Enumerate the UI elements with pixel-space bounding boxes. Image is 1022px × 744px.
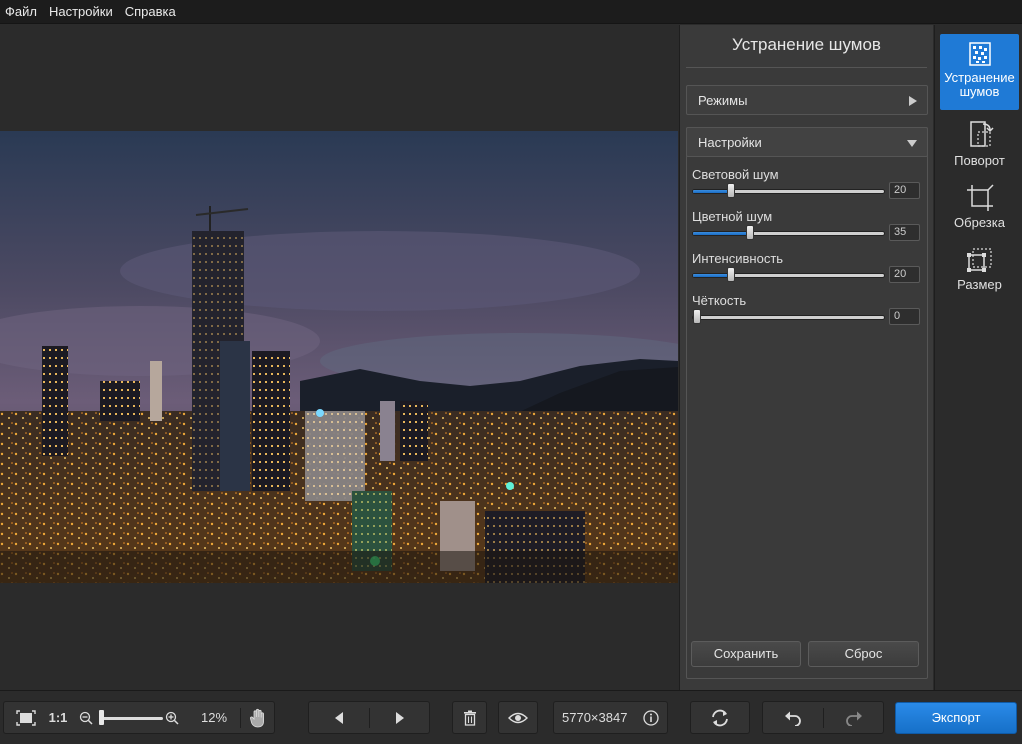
zoom-percentage: 12% xyxy=(200,710,228,725)
tool-resize[interactable]: Размер xyxy=(940,245,1019,299)
trash-icon xyxy=(463,710,476,726)
export-button[interactable]: Экспорт xyxy=(895,702,1017,734)
redo-button[interactable] xyxy=(824,702,884,733)
refresh-icon xyxy=(712,709,728,726)
delete-button[interactable] xyxy=(453,702,486,733)
menu-settings[interactable]: Настройки xyxy=(43,0,119,24)
slider-label: Световой шум xyxy=(692,167,779,182)
slider-track[interactable] xyxy=(692,183,885,198)
zoom-out-icon[interactable] xyxy=(78,702,94,733)
zoom-slider-track[interactable] xyxy=(101,717,163,720)
reset-all-group xyxy=(690,701,750,734)
tool-denoise[interactable]: Устранение шумов xyxy=(940,34,1019,110)
tool-denoise-label: Устранение шумов xyxy=(944,70,1015,99)
divider xyxy=(240,708,241,728)
slider-thumb[interactable] xyxy=(727,267,736,282)
reset-all-button[interactable] xyxy=(691,702,749,733)
fit-to-screen-button[interactable] xyxy=(10,702,42,733)
menu-file[interactable]: Файл xyxy=(0,0,43,24)
slider-fill xyxy=(693,232,751,235)
slider-label: Чёткость xyxy=(692,293,747,308)
slider-thumb[interactable] xyxy=(693,309,701,324)
undo-icon xyxy=(785,711,801,726)
info-button[interactable] xyxy=(640,702,662,733)
slider-fill xyxy=(693,274,732,277)
slider-label: Цветной шум xyxy=(692,209,773,224)
slider-track[interactable] xyxy=(692,267,885,282)
slider-value-field[interactable]: 0 xyxy=(889,308,920,325)
undo-button[interactable] xyxy=(763,702,823,733)
image-dimensions: 5770×3847 xyxy=(562,710,628,725)
previous-image-button[interactable] xyxy=(309,702,369,733)
slider-thumb[interactable] xyxy=(727,183,736,198)
redo-icon xyxy=(846,711,862,726)
modes-section-header[interactable]: Режимы xyxy=(686,85,928,115)
slider-fill xyxy=(693,190,732,193)
info-icon xyxy=(643,709,659,726)
slider-thumb[interactable] xyxy=(746,225,755,240)
eye-icon xyxy=(508,712,528,723)
preview-toggle-button[interactable] xyxy=(499,702,537,733)
menu-help[interactable]: Справка xyxy=(119,0,182,24)
tools-sidebar: Устранение шумов Поворот Обрезка Размер xyxy=(934,25,1022,690)
settings-section-header[interactable]: Настройки xyxy=(686,127,928,157)
tool-crop-label: Обрезка xyxy=(954,215,1005,230)
rotate-icon xyxy=(969,121,994,147)
zoom-group: 1:1 12% xyxy=(3,701,275,734)
next-image-button[interactable] xyxy=(370,702,430,733)
slider-value-field[interactable]: 20 xyxy=(889,266,920,283)
history-group xyxy=(762,701,884,734)
settings-label: Настройки xyxy=(698,134,762,150)
tool-rotate-label: Поворот xyxy=(954,153,1005,168)
slider-track[interactable] xyxy=(692,225,885,240)
save-button[interactable]: Сохранить xyxy=(691,641,801,667)
menu-bar: Файл Настройки Справка xyxy=(0,0,1022,24)
slider-value-field[interactable]: 20 xyxy=(889,182,920,199)
reset-button[interactable]: Сброс xyxy=(808,641,919,667)
intensity-slider-row: Интенсивность 20 xyxy=(692,251,922,283)
tool-crop[interactable]: Обрезка xyxy=(940,183,1019,237)
image-canvas[interactable] xyxy=(0,25,678,690)
zoom-in-icon[interactable] xyxy=(164,702,180,733)
denoise-panel: Устранение шумов Режимы Настройки Светов… xyxy=(679,25,933,690)
modes-label: Режимы xyxy=(698,92,748,108)
photo-preview xyxy=(0,131,678,583)
panel-divider xyxy=(686,67,927,68)
sharpness-slider-row: Чёткость 0 xyxy=(692,293,922,325)
hand-tool-button[interactable] xyxy=(244,702,272,733)
denoise-icon xyxy=(968,42,991,66)
crop-icon xyxy=(966,184,994,211)
color-noise-slider-row: Цветной шум 35 xyxy=(692,209,922,241)
actual-size-button[interactable]: 1:1 xyxy=(44,702,72,733)
slider-value-field[interactable]: 35 xyxy=(889,224,920,241)
arrow-right-icon xyxy=(396,711,404,724)
bottom-toolbar: 1:1 12% 5770×3847 Экспорт xyxy=(0,690,1022,744)
luminance-noise-slider-row: Световой шум 20 xyxy=(692,167,922,199)
image-info-group: 5770×3847 xyxy=(553,701,668,734)
tool-resize-label: Размер xyxy=(957,277,1002,292)
arrow-left-icon xyxy=(335,711,343,724)
resize-icon xyxy=(966,248,992,272)
zoom-slider-thumb[interactable] xyxy=(99,710,104,725)
fit-screen-icon xyxy=(16,709,36,726)
collapse-down-icon xyxy=(907,140,917,147)
delete-group xyxy=(452,701,487,734)
preview-group xyxy=(498,701,538,734)
tool-rotate[interactable]: Поворот xyxy=(940,119,1019,173)
hand-icon xyxy=(250,708,264,727)
slider-track[interactable] xyxy=(692,309,885,324)
panel-title: Устранение шумов xyxy=(732,35,881,54)
navigation-group xyxy=(308,701,430,734)
slider-label: Интенсивность xyxy=(692,251,784,266)
expand-right-icon xyxy=(909,96,917,106)
